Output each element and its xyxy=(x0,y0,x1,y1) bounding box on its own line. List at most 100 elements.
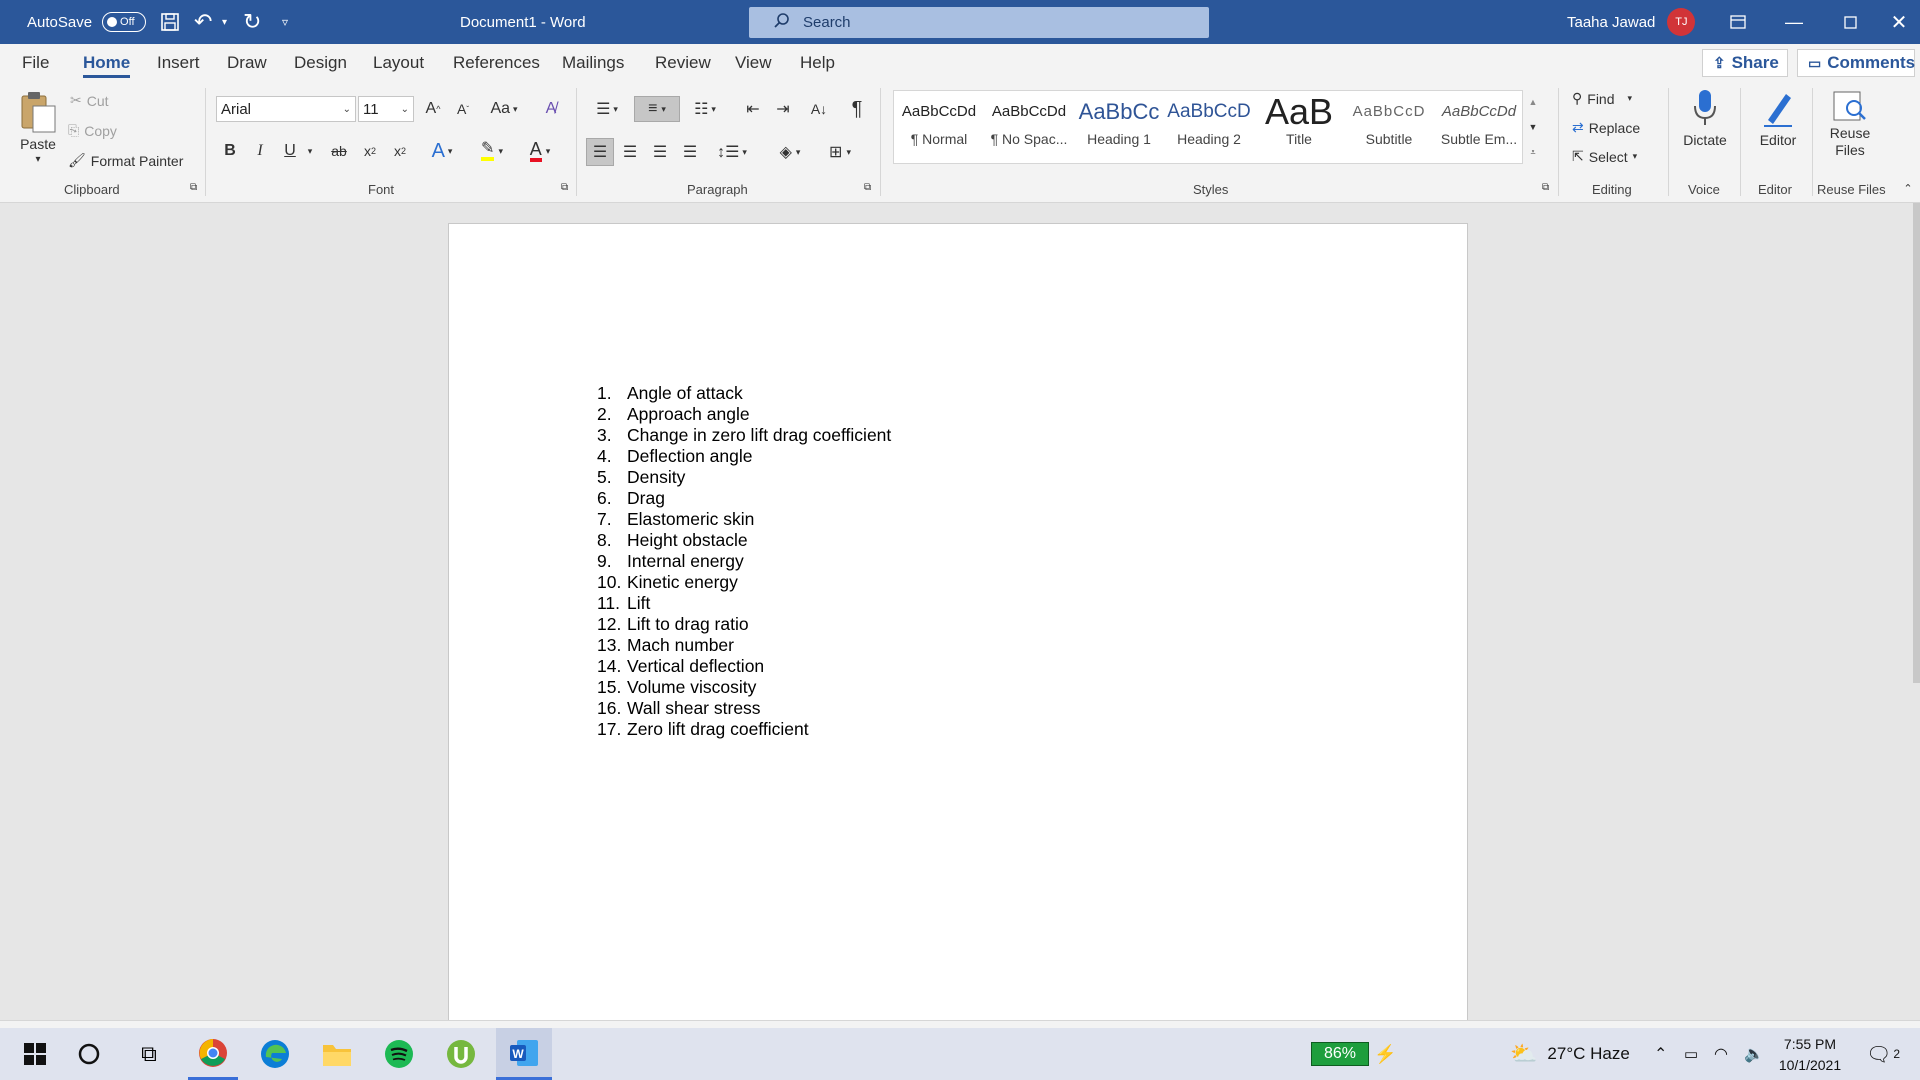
battery-indicator[interactable]: 86% xyxy=(1311,1042,1369,1066)
tab-file[interactable]: File xyxy=(22,44,49,82)
sort-icon[interactable]: A↓ xyxy=(806,96,832,122)
styles-scroll-up-icon[interactable]: ▲ xyxy=(1525,90,1541,114)
shrink-font-icon[interactable]: Aˇ xyxy=(450,96,476,122)
highlight-color-icon[interactable]: ✎ ▾ xyxy=(472,138,512,164)
multilevel-list-icon[interactable]: ☷ ▾ xyxy=(686,96,724,122)
justify-icon[interactable]: ☰ xyxy=(676,138,704,166)
ribbon-display-options-icon[interactable] xyxy=(1710,0,1766,44)
utorrent-icon[interactable] xyxy=(436,1028,486,1080)
share-button[interactable]: ⇪ Share xyxy=(1702,49,1788,77)
windows-start-icon[interactable] xyxy=(10,1028,60,1080)
tab-view[interactable]: View xyxy=(735,44,772,82)
styles-scroll-down-icon[interactable]: ▼ xyxy=(1525,115,1541,139)
vertical-scrollbar[interactable] xyxy=(1913,203,1920,683)
style-normal[interactable]: AaBbCcDd ¶ Normal xyxy=(894,91,984,163)
change-case-button[interactable]: Aa ▾ xyxy=(484,96,524,122)
customize-toolbar-icon[interactable]: ▿ xyxy=(282,0,288,44)
grow-font-icon[interactable]: A ^ xyxy=(420,96,446,122)
undo-dropdown-icon[interactable]: ▾ xyxy=(222,0,227,44)
italic-icon[interactable]: I xyxy=(248,138,272,164)
list-item[interactable]: 7. Elastomeric skin xyxy=(597,509,891,530)
tab-review[interactable]: Review xyxy=(655,44,711,82)
spotify-icon[interactable] xyxy=(374,1028,424,1080)
style-subtle-emphasis[interactable]: AaBbCcDd Subtle Em... xyxy=(1434,91,1524,163)
copy-button[interactable]: ⎘ Copy xyxy=(68,122,117,139)
replace-button[interactable]: ⇄ Replace xyxy=(1572,119,1640,136)
list-item[interactable]: 13. Mach number xyxy=(597,635,891,656)
system-clock[interactable]: 7:55 PM 10/1/2021 xyxy=(1770,1034,1850,1076)
font-launcher-icon[interactable]: ⧉ xyxy=(561,182,568,193)
list-item[interactable]: 15. Volume viscosity xyxy=(597,677,891,698)
list-item[interactable]: 10. Kinetic energy xyxy=(597,572,891,593)
align-left-icon[interactable]: ☰ xyxy=(586,138,614,166)
superscript-icon[interactable]: x2 xyxy=(388,138,412,164)
close-icon[interactable]: ✕ xyxy=(1878,0,1920,44)
chrome-icon[interactable] xyxy=(188,1028,238,1080)
list-item[interactable]: 3. Change in zero lift drag coefficient xyxy=(597,425,891,446)
editor-button[interactable]: Editor xyxy=(1750,88,1806,148)
paste-button[interactable]: Paste ▾ xyxy=(18,90,58,165)
file-explorer-icon[interactable] xyxy=(312,1028,362,1080)
list-item[interactable]: 6. Drag xyxy=(597,488,891,509)
list-item[interactable]: 9. Internal energy xyxy=(597,551,891,572)
edge-icon[interactable] xyxy=(250,1028,300,1080)
font-name-select[interactable]: Arial ⌄ xyxy=(216,96,356,122)
select-button[interactable]: ⇱ Select ▾ xyxy=(1572,148,1637,165)
style-heading-2[interactable]: AaBbCcD Heading 2 xyxy=(1164,91,1254,163)
battery-icon[interactable]: ▭ xyxy=(1684,1028,1698,1080)
list-item[interactable]: 1. Angle of attack xyxy=(597,383,891,404)
search-box[interactable]: Search xyxy=(749,7,1209,38)
styles-more-icon[interactable]: ⩡ xyxy=(1525,140,1541,164)
tab-mailings[interactable]: Mailings xyxy=(562,44,624,82)
task-view-icon[interactable]: ⧉ xyxy=(124,1028,174,1080)
clear-formatting-icon[interactable]: A̸ xyxy=(538,96,564,122)
list-item[interactable]: 4. Deflection angle xyxy=(597,446,891,467)
wifi-icon[interactable]: ◠ xyxy=(1714,1028,1728,1080)
minimize-icon[interactable]: — xyxy=(1766,0,1822,44)
save-icon[interactable] xyxy=(160,0,180,44)
list-item[interactable]: 11. Lift xyxy=(597,593,891,614)
autosave[interactable]: AutoSave Off xyxy=(27,0,147,44)
list-item[interactable]: 17. Zero lift drag coefficient xyxy=(597,719,891,740)
list-item[interactable]: 5. Density xyxy=(597,467,891,488)
list-item[interactable]: 16. Wall shear stress xyxy=(597,698,891,719)
text-effects-icon[interactable]: A ▾ xyxy=(424,138,460,164)
style-heading-1[interactable]: AaBbCc Heading 1 xyxy=(1074,91,1164,163)
reuse-files-button[interactable]: Reuse Files xyxy=(1818,88,1882,158)
word-taskbar-icon[interactable]: W xyxy=(496,1028,552,1080)
undo-icon[interactable]: ↶ xyxy=(194,0,212,44)
volume-icon[interactable]: 🔈 xyxy=(1744,1028,1764,1080)
document-page[interactable]: 1. Angle of attack 2. Approach angle 3. Cha… xyxy=(448,223,1468,1023)
subscript-icon[interactable]: x2 xyxy=(358,138,382,164)
borders-icon[interactable]: ⊞ ▾ xyxy=(820,138,860,166)
numbering-icon[interactable]: ≡ ▾ xyxy=(634,96,680,122)
dictate-button[interactable]: Dictate xyxy=(1676,88,1734,148)
list-item[interactable]: 2. Approach angle xyxy=(597,404,891,425)
line-spacing-icon[interactable]: ↕☰ ▾ xyxy=(712,138,752,166)
list-item[interactable]: 8. Height obstacle xyxy=(597,530,891,551)
style-title[interactable]: AaB Title xyxy=(1254,91,1344,163)
align-right-icon[interactable]: ☰ xyxy=(646,138,674,166)
find-button[interactable]: ⚲ Find ▾ xyxy=(1572,90,1632,107)
strikethrough-icon[interactable]: ab xyxy=(326,138,352,164)
underline-icon[interactable]: U xyxy=(278,138,302,164)
style-no-spacing[interactable]: AaBbCcDd ¶ No Spac... xyxy=(984,91,1074,163)
underline-dropdown-icon[interactable]: ▾ xyxy=(303,138,317,164)
numbered-list[interactable]: 1. Angle of attack 2. Approach angle 3. Cha… xyxy=(597,383,891,740)
tab-design[interactable]: Design xyxy=(294,44,347,82)
styles-launcher-icon[interactable]: ⧉ xyxy=(1542,182,1549,193)
tab-help[interactable]: Help xyxy=(800,44,835,82)
tab-draw[interactable]: Draw xyxy=(227,44,267,82)
maximize-icon[interactable] xyxy=(1822,0,1878,44)
bullets-icon[interactable]: ☰ ▾ xyxy=(588,96,626,122)
weather-widget[interactable]: ⛅ 27°C Haze xyxy=(1510,1028,1630,1080)
redo-icon[interactable]: ↻ xyxy=(243,0,261,44)
list-item[interactable]: 14. Vertical deflection xyxy=(597,656,891,677)
tab-references[interactable]: References xyxy=(453,44,540,82)
style-subtitle[interactable]: AaBbCcD Subtitle xyxy=(1344,91,1434,163)
format-painter-button[interactable]: 🖌 Format Painter xyxy=(68,152,183,169)
search-circle-icon[interactable] xyxy=(64,1028,114,1080)
collapse-ribbon-icon[interactable]: ⌃ xyxy=(1900,180,1916,196)
font-size-select[interactable]: 11 ⌄ xyxy=(358,96,414,122)
tab-home[interactable]: Home xyxy=(83,44,131,82)
